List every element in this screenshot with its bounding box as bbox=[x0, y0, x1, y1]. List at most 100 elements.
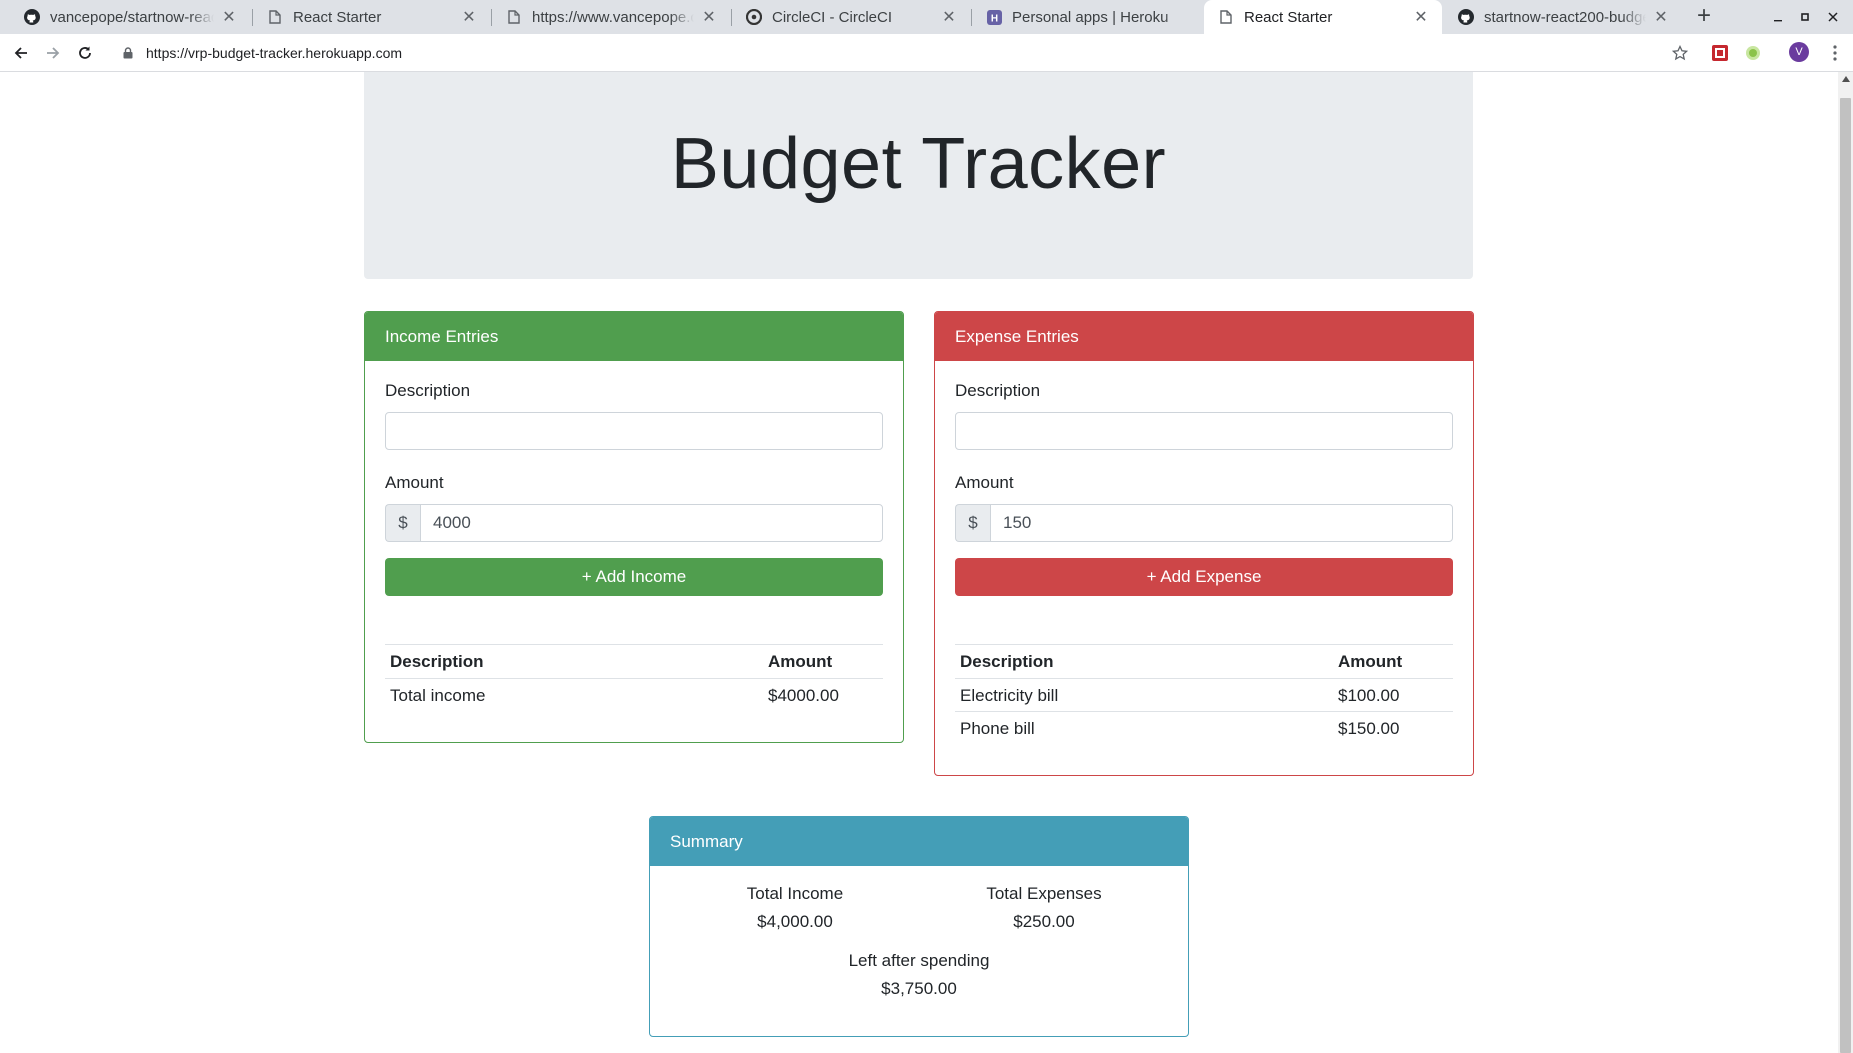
tab-title: Personal apps | Heroku bbox=[1012, 8, 1169, 26]
close-icon[interactable]: ✕ bbox=[700, 8, 718, 26]
reload-icon[interactable] bbox=[70, 38, 100, 68]
row-amount: $4000.00 bbox=[768, 685, 839, 705]
forward-icon[interactable] bbox=[38, 38, 68, 68]
browser-tab[interactable]: CircleCI - CircleCI ✕ bbox=[732, 0, 970, 34]
scrollbar-thumb[interactable] bbox=[1840, 98, 1851, 1053]
close-icon[interactable]: ✕ bbox=[1412, 8, 1430, 26]
total-expenses-summary: Total Expenses $250.00 bbox=[919, 884, 1169, 932]
left-after-spending-summary: Left after spending $3,750.00 bbox=[794, 951, 1044, 999]
expense-description-label: Description bbox=[955, 381, 1041, 400]
heroku-icon: H bbox=[986, 9, 1002, 25]
table-header-row: Description Amount bbox=[385, 644, 883, 679]
expense-amount-input[interactable]: 150 bbox=[990, 504, 1453, 542]
table-row: Phone bill $150.00 bbox=[955, 712, 1453, 745]
svg-text:H: H bbox=[990, 13, 997, 24]
browser-toolbar: https://vrp-budget-tracker.herokuapp.com… bbox=[0, 34, 1853, 72]
income-table: Description Amount Total income $4000.00 bbox=[385, 644, 883, 712]
tab-title: CircleCI - CircleCI bbox=[772, 8, 892, 26]
expense-table: Description Amount Electricity bill $100… bbox=[955, 644, 1453, 745]
close-icon[interactable]: ✕ bbox=[1652, 8, 1670, 26]
total-income-value: $4,000.00 bbox=[757, 912, 833, 931]
close-icon[interactable]: ✕ bbox=[940, 8, 958, 26]
add-income-button[interactable]: + Add Income bbox=[385, 558, 883, 596]
page-title: Budget Tracker bbox=[670, 123, 1167, 204]
bookmark-star-icon[interactable] bbox=[1665, 38, 1695, 68]
left-after-spending-value: $3,750.00 bbox=[881, 979, 957, 998]
expense-amount-label: Amount bbox=[955, 473, 1014, 492]
income-description-input[interactable] bbox=[385, 412, 883, 450]
expense-description-input[interactable] bbox=[955, 412, 1453, 450]
tab-strip: vancepope/startnow-react200-budget-track… bbox=[0, 0, 1853, 34]
address-bar[interactable]: https://vrp-budget-tracker.herokuapp.com bbox=[106, 37, 1706, 68]
github-icon bbox=[24, 9, 40, 25]
browser-tab[interactable]: vancepope/startnow-react200-budget-track… bbox=[10, 0, 250, 34]
browser-tab[interactable]: startnow-react200-budget-tracker ✕ bbox=[1444, 0, 1682, 34]
currency-prefix: $ bbox=[385, 504, 420, 542]
browser-tab[interactable]: H Personal apps | Heroku bbox=[972, 0, 1202, 34]
page-icon bbox=[1218, 9, 1234, 25]
vertical-scrollbar[interactable] bbox=[1838, 72, 1853, 1053]
tab-title: startnow-react200-budget-tracker bbox=[1484, 8, 1646, 26]
expense-amount-group: $ 150 bbox=[955, 504, 1453, 542]
expense-card: Expense Entries Description Amount $ 150… bbox=[934, 311, 1474, 776]
column-header-description: Description bbox=[385, 644, 763, 679]
extension-icon[interactable] bbox=[1743, 43, 1763, 63]
column-header-description: Description bbox=[955, 644, 1333, 679]
row-description: Electricity bill bbox=[955, 678, 1333, 712]
total-income-summary: Total Income $4,000.00 bbox=[670, 884, 920, 932]
extension-icon[interactable] bbox=[1710, 43, 1730, 63]
row-description: Phone bill bbox=[960, 718, 1035, 738]
income-amount-input[interactable]: 4000 bbox=[420, 504, 883, 542]
circleci-icon bbox=[746, 9, 762, 25]
income-amount-group: $ 4000 bbox=[385, 504, 883, 542]
table-row: Electricity bill $100.00 bbox=[955, 678, 1453, 712]
tab-title: React Starter bbox=[293, 8, 382, 26]
column-header-amount: Amount bbox=[1333, 644, 1453, 679]
total-expenses-value: $250.00 bbox=[1013, 912, 1075, 931]
minimize-icon[interactable] bbox=[1763, 0, 1793, 34]
lock-icon bbox=[120, 45, 136, 61]
maximize-icon[interactable] bbox=[1790, 0, 1820, 34]
tab-title: https://www.vancepope.com bbox=[532, 8, 694, 26]
column-header-amount: Amount bbox=[763, 644, 883, 679]
window-close-icon[interactable] bbox=[1818, 0, 1848, 34]
row-amount: $150.00 bbox=[1338, 718, 1400, 738]
income-amount-label: Amount bbox=[385, 473, 444, 492]
income-card: Income Entries Description Amount $ 4000… bbox=[364, 311, 904, 743]
total-income-label: Total Income bbox=[746, 884, 844, 903]
currency-prefix: $ bbox=[955, 504, 990, 542]
close-icon[interactable]: ✕ bbox=[220, 8, 238, 26]
menu-icon[interactable] bbox=[1820, 38, 1850, 68]
row-amount: $100.00 bbox=[1333, 678, 1453, 712]
back-icon[interactable] bbox=[6, 38, 36, 68]
table-header-row: Description Amount bbox=[955, 644, 1453, 679]
new-tab-button[interactable]: + bbox=[1690, 2, 1718, 30]
table-row: Total income $4000.00 bbox=[385, 679, 883, 712]
tab-title: React Starter bbox=[1244, 8, 1333, 26]
tab-title: vancepope/startnow-react200-budget-track… bbox=[50, 8, 214, 26]
income-description-label: Description bbox=[385, 381, 471, 400]
left-after-spending-label: Left after spending bbox=[848, 951, 990, 970]
summary-card: Summary Total Income $4,000.00 Total Exp… bbox=[649, 816, 1189, 1037]
github-icon bbox=[1458, 9, 1474, 25]
row-description: Total income bbox=[390, 685, 486, 705]
url-text: https://vrp-budget-tracker.herokuapp.com bbox=[146, 44, 403, 61]
page-icon bbox=[267, 9, 283, 25]
add-expense-button[interactable]: + Add Expense bbox=[955, 558, 1453, 596]
browser-tab-active[interactable]: React Starter ✕ bbox=[1204, 0, 1442, 34]
profile-avatar[interactable]: V bbox=[1789, 42, 1809, 62]
page-icon bbox=[506, 9, 522, 25]
total-expenses-label: Total Expenses bbox=[986, 884, 1102, 903]
income-card-header: Income Entries bbox=[365, 312, 903, 361]
close-icon[interactable]: ✕ bbox=[460, 8, 478, 26]
browser-tab[interactable]: https://www.vancepope.com ✕ bbox=[492, 0, 730, 34]
summary-card-header: Summary bbox=[650, 817, 1188, 866]
browser-tab[interactable]: React Starter ✕ bbox=[253, 0, 490, 34]
summary-body: Total Income $4,000.00 Total Expenses $2… bbox=[650, 866, 1188, 1036]
income-card-body: Description Amount $ 4000 + Add Income D… bbox=[365, 361, 903, 732]
expense-card-header: Expense Entries bbox=[935, 312, 1473, 361]
jumbotron: Budget Tracker bbox=[364, 72, 1473, 279]
scroll-up-arrow-icon[interactable] bbox=[1838, 72, 1853, 86]
page-viewport: Budget Tracker Income Entries Descriptio… bbox=[0, 72, 1838, 1053]
expense-card-body: Description Amount $ 150 + Add Expense D… bbox=[935, 361, 1473, 765]
